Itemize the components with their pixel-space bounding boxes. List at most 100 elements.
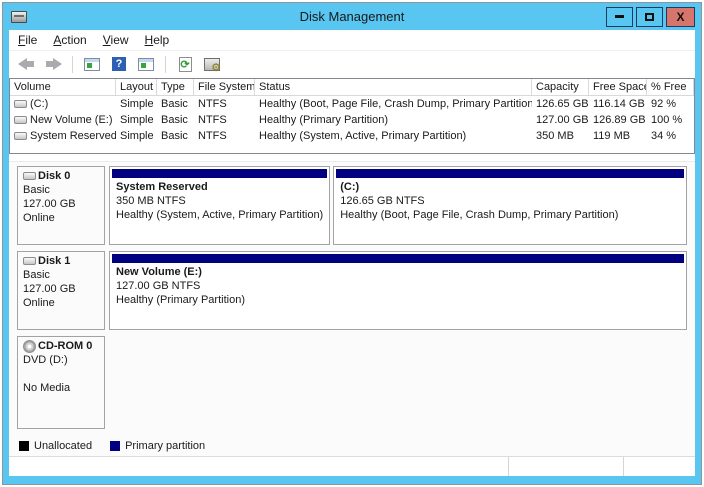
pct-free-cell: 92 %: [647, 96, 694, 112]
status-cell: Healthy (Boot, Page File, Crash Dump, Pr…: [255, 96, 532, 112]
rescan-disks-icon: [204, 58, 220, 71]
disk-0-row: Disk 0 Basic 127.00 GB Online System Res…: [17, 166, 687, 245]
disk-size: 127.00 GB: [23, 282, 99, 296]
disk-1-label[interactable]: Disk 1 Basic 127.00 GB Online: [17, 251, 105, 330]
column-header-capacity[interactable]: Capacity: [532, 79, 589, 95]
titlebar: Disk Management X: [9, 3, 695, 30]
window-controls: X: [606, 7, 695, 27]
disk-0-label[interactable]: Disk 0 Basic 127.00 GB Online: [17, 166, 105, 245]
legend-label: Unallocated: [34, 440, 92, 452]
disk-status: Online: [23, 296, 99, 310]
disk-management-window: Disk Management X File Action View Help: [2, 2, 702, 485]
menu-view[interactable]: View: [103, 33, 129, 47]
column-header-layout[interactable]: Layout: [116, 79, 157, 95]
primary-partition-bar: [336, 169, 684, 178]
toolbar-separator: [165, 56, 166, 73]
layout-cell: Simple: [116, 112, 157, 128]
partition-system-reserved[interactable]: System Reserved 350 MB NTFS Healthy (Sys…: [109, 166, 330, 245]
volume-list-header: Volume Layout Type File System Status Ca…: [10, 79, 694, 96]
menubar: File Action View Help: [9, 30, 695, 51]
free-space-cell: 126.89 GB: [589, 112, 647, 128]
volume-list: Volume Layout Type File System Status Ca…: [9, 78, 695, 154]
minimize-icon: [615, 15, 624, 18]
back-button[interactable]: [16, 54, 36, 74]
refresh-icon: ⟳: [179, 57, 192, 72]
pct-free-cell: 100 %: [647, 112, 694, 128]
column-header-status[interactable]: Status: [255, 79, 532, 95]
disk-status: Online: [23, 211, 99, 225]
back-arrow-icon: [18, 58, 35, 70]
console-tree-button[interactable]: [82, 54, 102, 74]
partition-status: Healthy (System, Active, Primary Partiti…: [116, 208, 323, 222]
forward-button[interactable]: [43, 54, 63, 74]
close-button[interactable]: X: [666, 7, 695, 27]
free-space-cell: 119 MB: [589, 128, 647, 144]
free-space-cell: 116.14 GB: [589, 96, 647, 112]
action-pane-button[interactable]: [136, 54, 156, 74]
cd-rom-icon: [23, 340, 36, 353]
capacity-cell: 127.00 GB: [532, 112, 589, 128]
disk-0-partitions: System Reserved 350 MB NTFS Healthy (Sys…: [109, 166, 687, 245]
capacity-cell: 350 MB: [532, 128, 589, 144]
statusbar-section: [508, 457, 623, 476]
legend-primary-partition: Primary partition: [110, 440, 205, 452]
cdrom-media-status: No Media: [23, 381, 99, 395]
partition-new-volume-e[interactable]: New Volume (E:) 127.00 GB NTFS Healthy (…: [109, 251, 687, 330]
legend-unallocated: Unallocated: [19, 440, 92, 452]
column-header-pct-free[interactable]: % Free: [647, 79, 694, 95]
file-system-cell: NTFS: [194, 96, 255, 112]
layout-cell: Simple: [116, 96, 157, 112]
cdrom-0-label[interactable]: CD-ROM 0 DVD (D:) No Media: [17, 336, 105, 429]
type-cell: Basic: [157, 112, 194, 128]
volume-row-system-reserved[interactable]: System Reserved Simple Basic NTFS Health…: [10, 128, 694, 144]
column-header-free-space[interactable]: Free Space: [589, 79, 647, 95]
layout-cell: Simple: [116, 128, 157, 144]
forward-arrow-icon: [45, 58, 62, 70]
primary-partition-bar: [112, 169, 327, 178]
type-cell: Basic: [157, 128, 194, 144]
statusbar: [9, 456, 695, 476]
disk-1-partitions: New Volume (E:) 127.00 GB NTFS Healthy (…: [109, 251, 687, 330]
menu-help[interactable]: Help: [145, 33, 170, 47]
cdrom-0-empty-area: [109, 336, 687, 429]
disk-size: 127.00 GB: [23, 197, 99, 211]
legend: Unallocated Primary partition: [17, 435, 687, 456]
cdrom-blank-line: [23, 367, 99, 381]
cdrom-drive-letter: DVD (D:): [23, 353, 99, 367]
refresh-button[interactable]: ⟳: [175, 54, 195, 74]
volume-name-cell: (C:): [10, 96, 116, 112]
primary-partition-bar: [112, 254, 684, 263]
volume-name-cell: New Volume (E:): [10, 112, 116, 128]
menu-action[interactable]: Action: [53, 33, 86, 47]
help-icon: ?: [112, 57, 126, 71]
disk-icon: [23, 172, 36, 180]
menu-file[interactable]: File: [18, 33, 37, 47]
legend-label: Primary partition: [125, 440, 205, 452]
status-cell: Healthy (Primary Partition): [255, 112, 532, 128]
type-cell: Basic: [157, 96, 194, 112]
partition-name: (C:): [340, 180, 680, 194]
disk-1-row: Disk 1 Basic 127.00 GB Online New Volume…: [17, 251, 687, 330]
volume-row-e[interactable]: New Volume (E:) Simple Basic NTFS Health…: [10, 112, 694, 128]
column-header-type[interactable]: Type: [157, 79, 194, 95]
close-icon: X: [676, 11, 684, 23]
toolbar: ? ⟳: [9, 51, 695, 77]
maximize-button[interactable]: [636, 7, 663, 27]
column-header-volume[interactable]: Volume: [10, 79, 116, 95]
rescan-disks-button[interactable]: [202, 54, 222, 74]
volume-row-c[interactable]: (C:) Simple Basic NTFS Healthy (Boot, Pa…: [10, 96, 694, 112]
partition-c[interactable]: (C:) 126.65 GB NTFS Healthy (Boot, Page …: [333, 166, 687, 245]
capacity-cell: 126.65 GB: [532, 96, 589, 112]
drive-icon: [14, 100, 27, 108]
statusbar-section: [9, 457, 508, 476]
disk-type: Basic: [23, 183, 99, 197]
statusbar-section: [623, 457, 695, 476]
minimize-button[interactable]: [606, 7, 633, 27]
help-button[interactable]: ?: [109, 54, 129, 74]
column-header-file-system[interactable]: File System: [194, 79, 255, 95]
toolbar-separator: [72, 56, 73, 73]
drive-icon: [14, 132, 27, 140]
disk-icon: [23, 257, 36, 265]
partition-name: System Reserved: [116, 180, 323, 194]
partition-status: Healthy (Boot, Page File, Crash Dump, Pr…: [340, 208, 680, 222]
